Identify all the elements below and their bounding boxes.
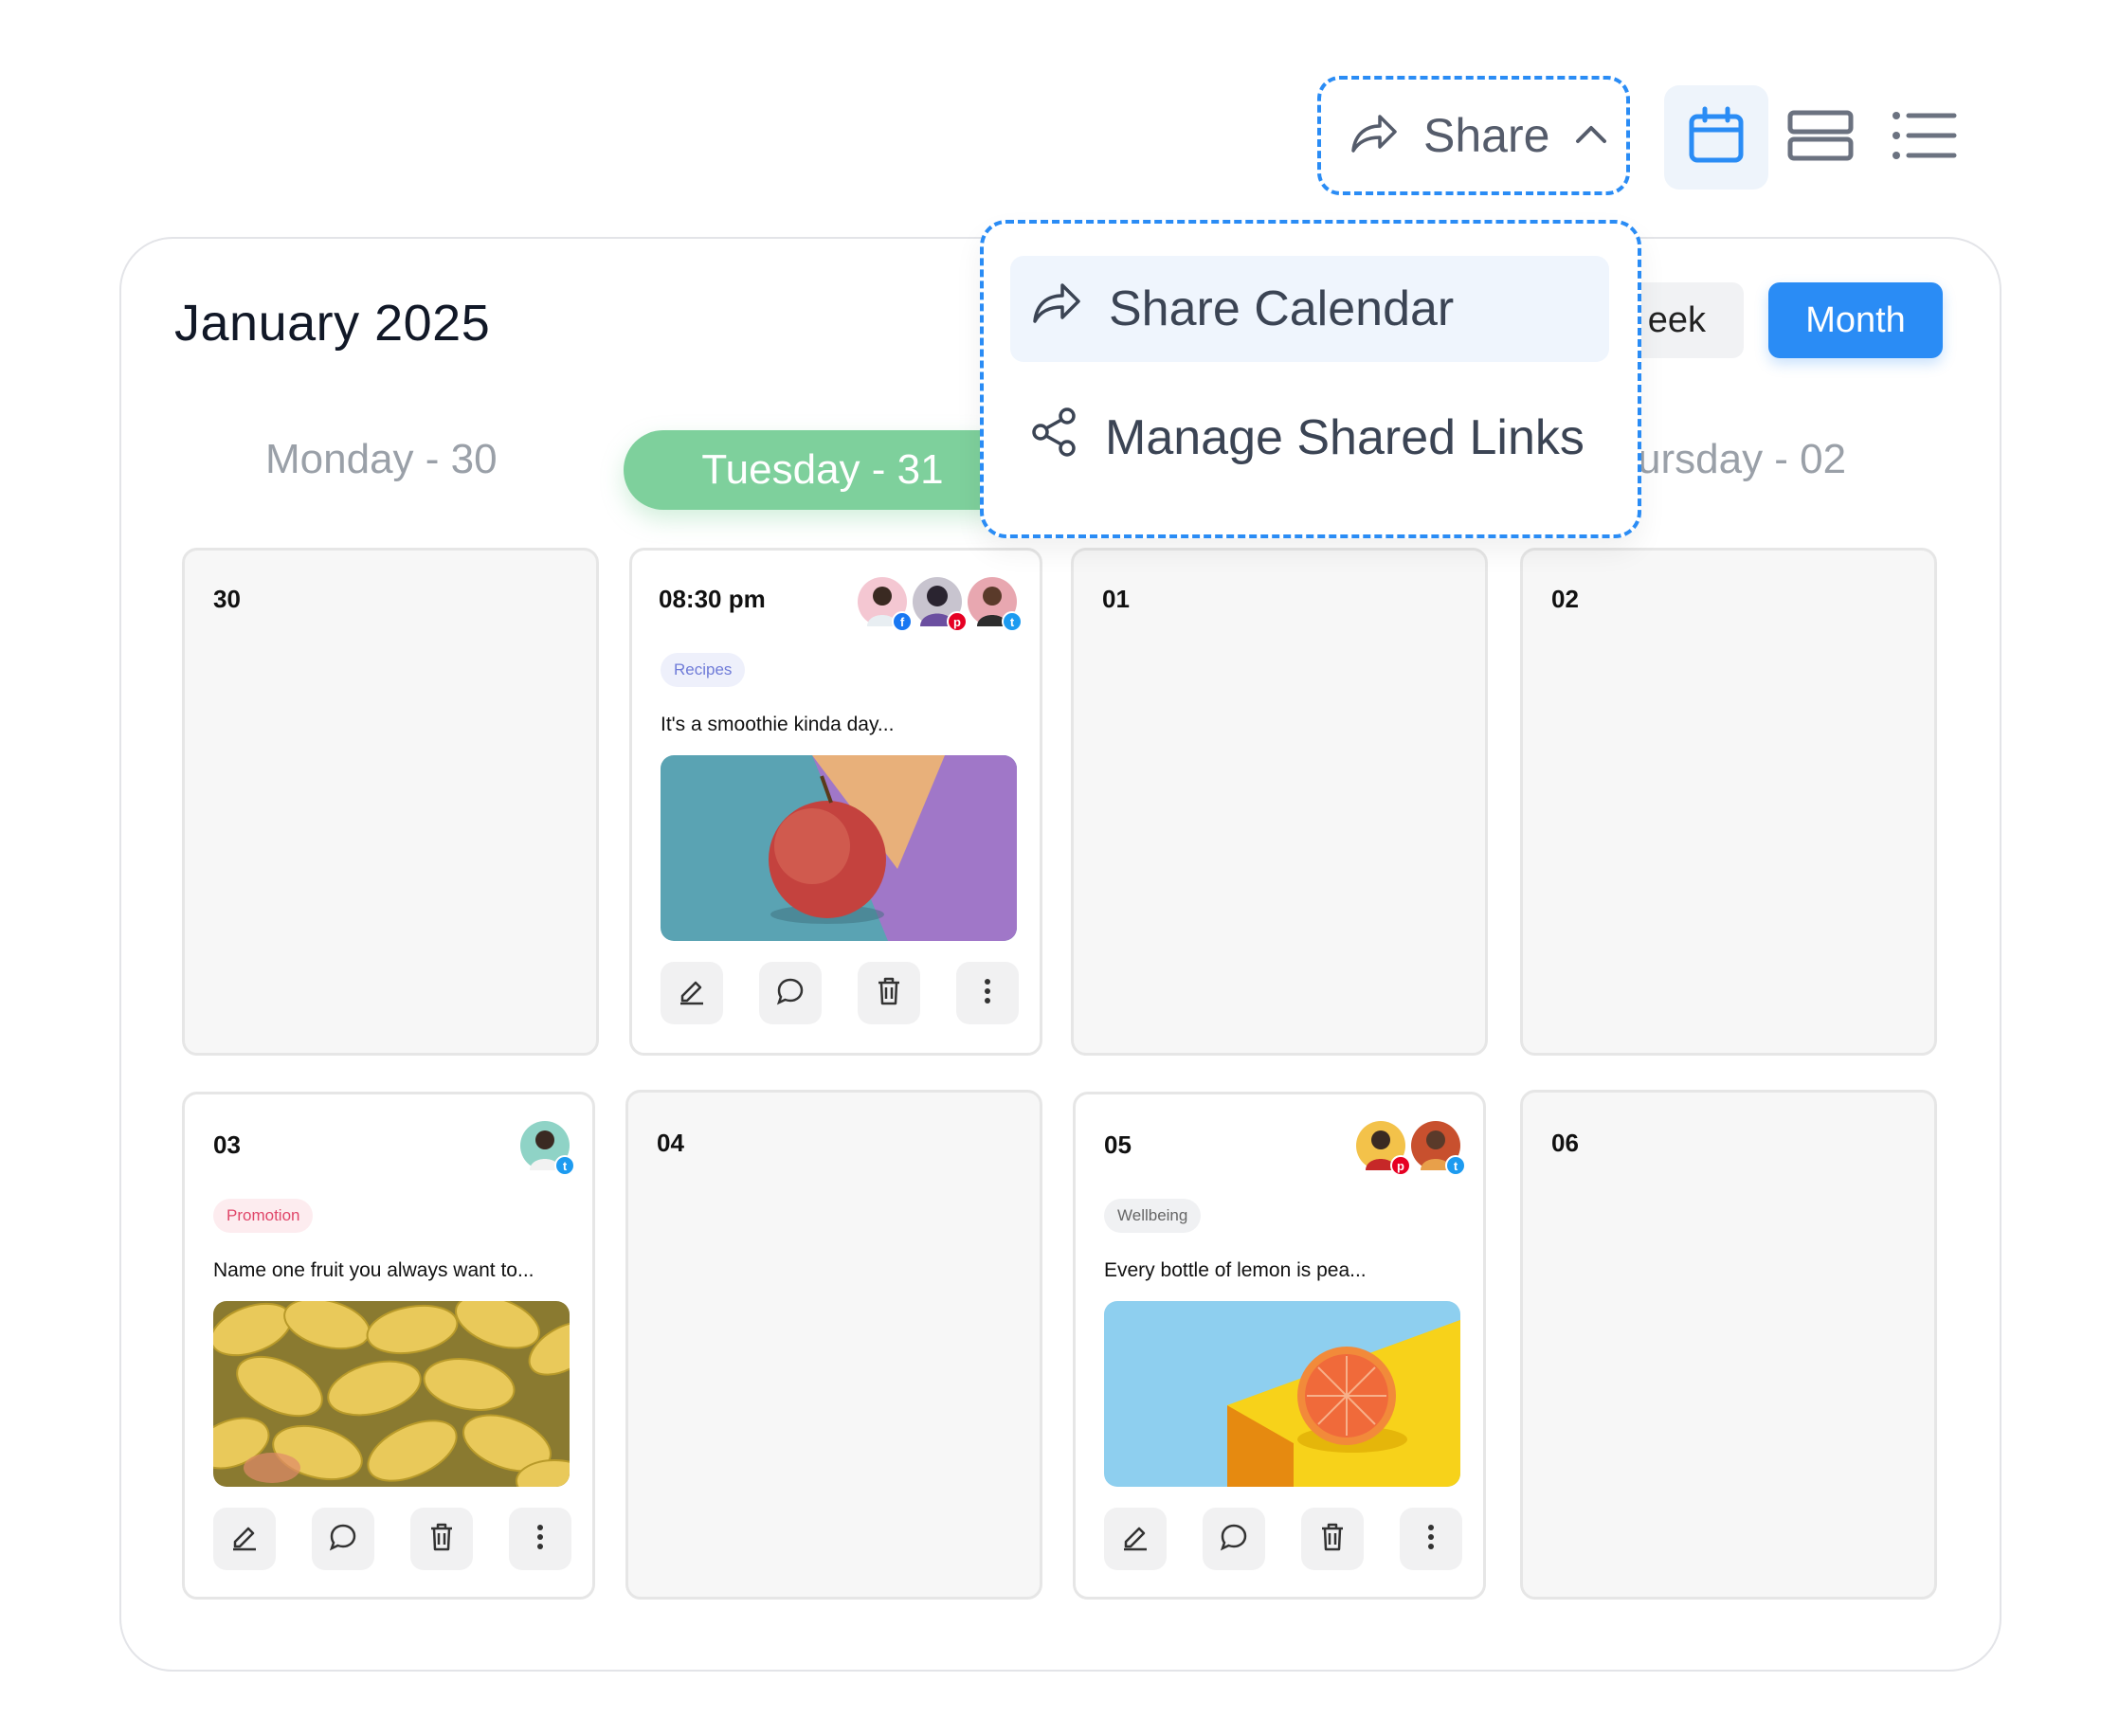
day-cell-30[interactable]: 30 — [182, 548, 599, 1056]
delete-button[interactable] — [858, 962, 920, 1024]
kebab-icon — [1427, 1524, 1435, 1555]
comment-button[interactable] — [312, 1508, 374, 1570]
trash-icon — [427, 1522, 456, 1557]
twitter-icon: t — [1002, 611, 1023, 632]
pinterest-icon: p — [1390, 1155, 1411, 1176]
twitter-icon: t — [1445, 1155, 1466, 1176]
day-cell-03[interactable]: 03 t Promotion Name one fruit you always… — [182, 1092, 595, 1600]
share-button[interactable]: Share — [1317, 76, 1630, 195]
delete-button[interactable] — [410, 1508, 473, 1570]
share-nodes-icon — [1031, 407, 1078, 469]
share-calendar-label: Share Calendar — [1109, 281, 1455, 336]
date-number: 04 — [657, 1129, 684, 1157]
pinterest-icon: p — [947, 611, 968, 632]
stacked-view-button[interactable] — [1768, 85, 1873, 190]
post-time: 08:30 pm — [659, 585, 766, 613]
avatar-twitter: t — [1411, 1121, 1466, 1176]
kebab-icon — [536, 1524, 544, 1555]
comment-icon — [1219, 1522, 1249, 1557]
share-button-label: Share — [1423, 109, 1550, 162]
day-header-thursday: ursday - 02 — [1638, 436, 1847, 482]
post-text: It's a smoothie kinda day... — [661, 714, 895, 735]
trash-icon — [875, 976, 903, 1011]
edit-button[interactable] — [661, 962, 723, 1024]
day-cell-06[interactable]: 06 — [1520, 1090, 1937, 1600]
post-tag[interactable]: Promotion — [213, 1199, 314, 1233]
post-tag[interactable]: Recipes — [661, 653, 746, 687]
month-title: January 2025 — [174, 295, 491, 352]
calendar-view-button[interactable] — [1664, 85, 1768, 190]
avatar-facebook: f — [858, 577, 913, 632]
comment-icon — [328, 1522, 358, 1557]
list-view-button[interactable] — [1873, 85, 1977, 190]
post-tag[interactable]: Wellbeing — [1104, 1199, 1202, 1233]
day-cell-02[interactable]: 02 — [1520, 548, 1937, 1056]
post-text: Every bottle of lemon is pea... — [1104, 1259, 1367, 1281]
more-options-button[interactable] — [1400, 1508, 1462, 1570]
edit-button[interactable] — [213, 1508, 276, 1570]
kebab-icon — [984, 978, 991, 1009]
day-cell-31[interactable]: 08:30 pm f p t Recipes It's a smoothie k… — [629, 548, 1042, 1056]
post-text: Name one fruit you always want to... — [213, 1259, 534, 1281]
avatar-pinterest: p — [913, 577, 968, 632]
comment-button[interactable] — [759, 962, 822, 1024]
more-options-button[interactable] — [509, 1508, 571, 1570]
comment-icon — [775, 976, 806, 1011]
twitter-icon: t — [554, 1155, 575, 1176]
post-image-mangoes[interactable] — [213, 1301, 570, 1487]
delete-button[interactable] — [1301, 1508, 1364, 1570]
list-icon — [1892, 110, 1958, 166]
avatar-twitter: t — [520, 1121, 575, 1176]
chevron-up-icon — [1574, 122, 1608, 150]
avatar-twitter: t — [968, 577, 1023, 632]
facebook-icon: f — [892, 611, 913, 632]
post-image-grapefruit[interactable] — [1104, 1301, 1460, 1487]
more-options-button[interactable] — [956, 962, 1019, 1024]
pencil-icon — [678, 977, 706, 1010]
avatar-pinterest: p — [1356, 1121, 1411, 1176]
comment-button[interactable] — [1203, 1508, 1265, 1570]
date-number: 05 — [1104, 1130, 1132, 1159]
day-header-monday: Monday - 30 — [265, 436, 498, 482]
date-number: 02 — [1551, 585, 1579, 613]
manage-shared-links-menu-item[interactable]: Manage Shared Links — [1010, 385, 1609, 491]
day-cell-04[interactable]: 04 — [625, 1090, 1042, 1600]
day-cell-01[interactable]: 01 — [1071, 548, 1488, 1056]
calendar-icon — [1686, 105, 1747, 171]
rows-icon — [1786, 107, 1855, 169]
date-number: 06 — [1551, 1129, 1579, 1157]
post-image-apple[interactable] — [661, 755, 1017, 941]
date-number: 01 — [1102, 585, 1130, 613]
share-calendar-menu-item[interactable]: Share Calendar — [1010, 256, 1609, 362]
day-header-tuesday[interactable]: Tuesday - 31 — [624, 430, 1022, 510]
pencil-icon — [230, 1523, 259, 1556]
date-number: 03 — [213, 1130, 241, 1159]
month-view-toggle[interactable]: Month — [1768, 282, 1943, 358]
day-cell-05[interactable]: 05 p t Wellbeing Every bottle of lemon i… — [1073, 1092, 1486, 1600]
share-arrow-icon — [1349, 113, 1399, 159]
manage-shared-links-label: Manage Shared Links — [1105, 410, 1585, 465]
pencil-icon — [1121, 1523, 1150, 1556]
edit-button[interactable] — [1104, 1508, 1167, 1570]
date-number: 30 — [213, 585, 241, 613]
trash-icon — [1318, 1522, 1347, 1557]
share-arrow-icon — [1031, 280, 1082, 337]
